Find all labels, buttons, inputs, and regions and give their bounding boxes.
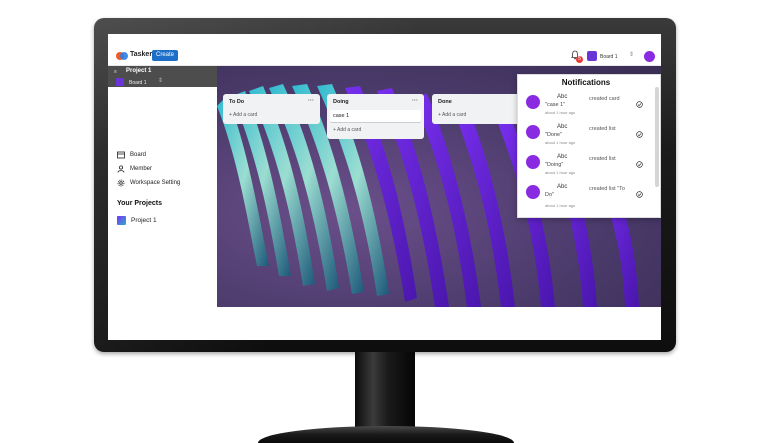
monitor-stand-base bbox=[258, 426, 514, 443]
notification-action: created list "To bbox=[589, 186, 625, 192]
notification-item[interactable]: Abc "Doing" about 1 hour ago created lis… bbox=[526, 153, 652, 181]
list-title[interactable]: Done bbox=[435, 97, 526, 107]
notification-time: about 1 hour ago bbox=[545, 110, 576, 115]
sidebar: ≡ Project 1 Board 1 ⇕ Board Member Works… bbox=[108, 66, 217, 340]
mark-read-icon[interactable] bbox=[636, 131, 643, 138]
mark-read-icon[interactable] bbox=[636, 191, 643, 198]
notification-target: "Done" bbox=[545, 132, 563, 138]
mark-read-icon[interactable] bbox=[636, 101, 643, 108]
list-column: Doing ··· case 1 + Add a card bbox=[327, 94, 424, 139]
notification-user: Abc bbox=[557, 124, 568, 130]
sidebar-board-chevron-icon[interactable]: ⇕ bbox=[158, 77, 163, 84]
add-card-button[interactable]: + Add a card bbox=[330, 124, 421, 136]
project-thumbnail bbox=[117, 216, 126, 225]
list-column: To Do ··· + Add a card bbox=[223, 94, 320, 124]
notification-item[interactable]: Abc "case 1" about 1 hour ago created ca… bbox=[526, 93, 652, 121]
notification-target: "Doing" bbox=[545, 162, 564, 168]
sidebar-project-item[interactable]: Project 1 bbox=[117, 216, 157, 225]
list-title[interactable]: To Do ··· bbox=[226, 97, 317, 107]
your-projects-heading: Your Projects bbox=[117, 200, 162, 207]
logo-icon bbox=[116, 52, 128, 60]
card[interactable]: case 1 bbox=[330, 110, 421, 122]
user-avatar[interactable] bbox=[644, 51, 655, 62]
gear-icon bbox=[117, 179, 125, 187]
mark-read-icon[interactable] bbox=[636, 161, 643, 168]
avatar bbox=[526, 125, 540, 139]
more-icon[interactable]: ··· bbox=[308, 96, 314, 106]
notification-action: created list bbox=[589, 126, 616, 132]
sidebar-item-workspace-setting[interactable]: Workspace Setting bbox=[117, 178, 180, 188]
monitor-stand-neck bbox=[355, 352, 415, 430]
more-icon[interactable]: ··· bbox=[412, 96, 418, 106]
notification-badge: 5 bbox=[576, 56, 583, 63]
notification-time: about 1 hour ago bbox=[545, 203, 576, 208]
board-icon bbox=[116, 78, 124, 86]
notifications-title: Notifications bbox=[561, 78, 611, 87]
notification-time: about 1 hour ago bbox=[545, 140, 576, 145]
notification-item[interactable]: Abc "Done" about 1 hour ago created list bbox=[526, 123, 652, 151]
notification-target: Do" bbox=[545, 192, 554, 198]
list-title[interactable]: Doing ··· bbox=[330, 97, 421, 107]
scrollbar[interactable] bbox=[655, 87, 659, 187]
sidebar-item-member[interactable]: Member bbox=[117, 164, 152, 174]
notification-action: created list bbox=[589, 156, 616, 162]
sidebar-item-board[interactable]: Board bbox=[117, 150, 146, 160]
add-card-button[interactable]: + Add a card bbox=[435, 109, 526, 121]
member-icon bbox=[117, 165, 125, 173]
avatar bbox=[526, 185, 540, 199]
create-button[interactable]: Create bbox=[152, 50, 179, 61]
notification-target: "case 1" bbox=[545, 102, 566, 108]
menu-icon[interactable]: ≡ bbox=[114, 69, 117, 75]
notifications-panel: Notifications Abc "case 1" about 1 hour … bbox=[517, 74, 661, 218]
notification-user: Abc bbox=[557, 94, 568, 100]
board-selector-label[interactable]: Board 1 bbox=[600, 54, 618, 60]
sidebar-item-label: Board bbox=[130, 152, 147, 158]
sidebar-item-label: Member bbox=[130, 166, 153, 172]
avatar bbox=[526, 155, 540, 169]
top-navbar: Tasker Create 5 Board 1 ⇕ bbox=[108, 34, 661, 66]
sidebar-project-title: Project 1 bbox=[126, 68, 152, 74]
board-selector-icon bbox=[587, 51, 597, 61]
screen: Tasker Create 5 Board 1 ⇕ ≡ Project 1 Bo… bbox=[108, 34, 661, 340]
avatar bbox=[526, 95, 540, 109]
project-label: Project 1 bbox=[131, 217, 157, 224]
notification-user: Abc bbox=[557, 184, 568, 190]
add-card-button[interactable]: + Add a card bbox=[226, 109, 317, 121]
notification-user: Abc bbox=[557, 154, 568, 160]
list-column: Done + Add a card bbox=[432, 94, 529, 124]
sidebar-item-label: Workspace Setting bbox=[130, 180, 181, 186]
sidebar-board-label[interactable]: Board 1 bbox=[129, 80, 147, 86]
notification-action: created card bbox=[589, 96, 620, 102]
app-name: Tasker bbox=[130, 51, 153, 58]
notification-item[interactable]: Abc Do" about 1 hour ago created list "T… bbox=[526, 183, 652, 211]
board-selector-chevron-icon[interactable]: ⇕ bbox=[629, 51, 634, 58]
board-icon bbox=[117, 151, 125, 159]
sidebar-project-header[interactable]: ≡ Project 1 Board 1 ⇕ bbox=[108, 66, 217, 87]
notification-time: about 1 hour ago bbox=[545, 170, 576, 175]
